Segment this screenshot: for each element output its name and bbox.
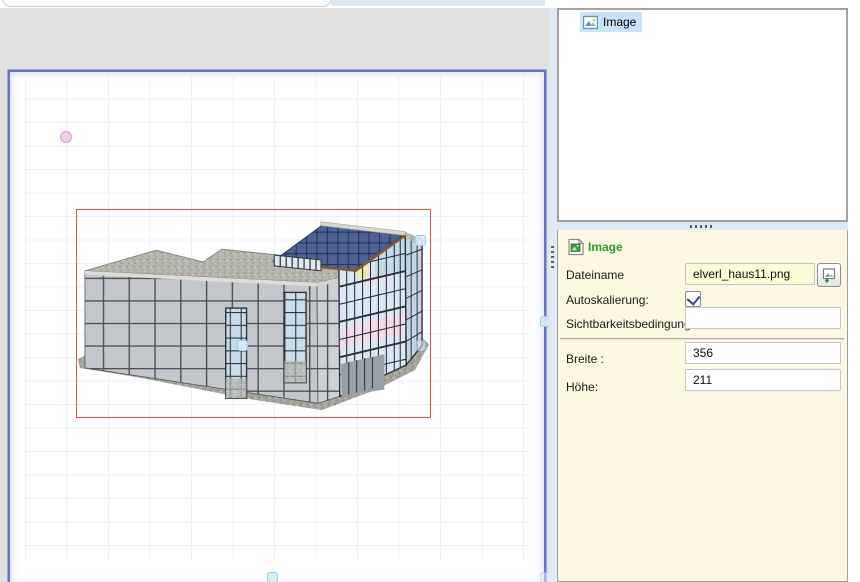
breite-label: Breite :: [566, 352, 605, 366]
section-separator: [560, 338, 844, 340]
properties-panel: Image Dateiname Autoskalierung: Sichtbar…: [557, 230, 848, 582]
hoehe-label: Höhe:: [566, 380, 599, 394]
toolbox-item-label: Image: [603, 15, 637, 29]
document-tab[interactable]: [2, 0, 332, 7]
image-element-selection[interactable]: [76, 209, 431, 418]
splitter-grip-icon: [690, 225, 714, 228]
selection-handle-bottom-right[interactable]: [415, 340, 426, 351]
selection-handle-bottom-middle[interactable]: [237, 340, 248, 351]
page-resize-handle-bottom[interactable]: [267, 572, 278, 582]
sichtbarkeitsbedingung-input[interactable]: [685, 307, 841, 329]
tab-strip-accent: [331, 0, 545, 6]
design-surface-pane: [0, 8, 549, 582]
sichtbarkeit-label: Sichtbarkeitsbedingung:: [566, 317, 695, 331]
toolbox-item-image[interactable]: Image: [580, 12, 643, 32]
vertical-splitter[interactable]: [549, 8, 557, 582]
canvas-page[interactable]: [8, 70, 546, 582]
image-page-icon: [568, 238, 585, 256]
building-image: [77, 221, 430, 411]
image-icon: [583, 15, 598, 29]
dateiname-input[interactable]: [685, 263, 815, 285]
autoskalierung-label: Autoskalierung:: [566, 293, 649, 307]
selection-handle-right-middle[interactable]: [415, 235, 426, 246]
hoehe-input[interactable]: [685, 369, 841, 391]
selection-handle-top-left[interactable]: [60, 131, 72, 143]
add-image-icon: [822, 268, 836, 283]
checkmark-icon: [686, 291, 701, 306]
toolbox-panel: Image: [557, 8, 848, 222]
breite-input[interactable]: [685, 342, 841, 364]
horizontal-splitter[interactable]: [557, 222, 848, 230]
browse-image-button[interactable]: [817, 263, 841, 287]
dateiname-label: Dateiname: [566, 268, 625, 282]
properties-title: Image: [588, 240, 623, 254]
app-window: Image Image Dateiname Autoskalierung:: [0, 0, 860, 582]
splitter-grip-icon: [551, 246, 554, 268]
autoskalierung-checkbox[interactable]: [685, 291, 701, 307]
